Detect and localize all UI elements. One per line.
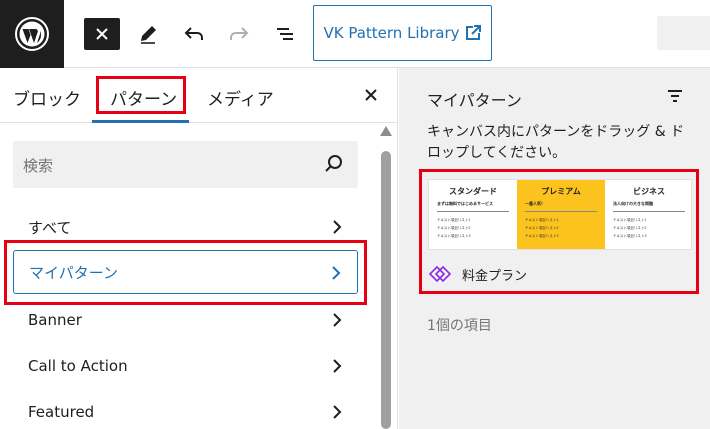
search-placeholder: 検索 xyxy=(23,157,54,175)
pattern-category-panel: マイパターン キャンバス内にパターンをドラッグ & ドロップしてください。 スタ… xyxy=(399,68,710,429)
pattern-search-input[interactable]: 検索 xyxy=(13,141,358,188)
inserter-tabs: ブロック パターン メディア xyxy=(0,68,398,123)
vk-pattern-library-label: VK Pattern Library xyxy=(323,24,460,42)
undo-icon xyxy=(184,27,203,40)
external-link-icon xyxy=(465,25,481,40)
preview-column-title: スタンダード xyxy=(449,187,497,196)
preview-list-item: テキスト項目リスト2 xyxy=(525,226,559,230)
panel-close-button[interactable] xyxy=(360,84,382,106)
category-featured[interactable]: Featured xyxy=(13,390,358,429)
preview-list-item: テキスト項目リスト3 xyxy=(525,234,559,238)
panel-title: マイパターン xyxy=(427,91,522,110)
preview-column-title: ビジネス xyxy=(633,187,665,196)
scroll-up-arrow-icon[interactable] xyxy=(380,126,392,136)
preview-divider xyxy=(437,211,509,212)
preview-list-item: テキスト項目リスト1 xyxy=(437,218,471,222)
preview-column-subtitle: 法人向けの大きな問題 xyxy=(613,201,653,206)
close-icon xyxy=(96,28,108,40)
preview-list-item: テキスト項目リスト3 xyxy=(613,234,647,238)
category-label: Banner xyxy=(28,311,82,329)
wordpress-icon xyxy=(15,17,49,51)
redo-button[interactable] xyxy=(221,18,257,50)
preview-column-standard: スタンダード まずは無料ではじめるサービス テキスト項目リスト1 テキスト項目リ… xyxy=(429,180,517,249)
preview-column-business: ビジネス 法人向けの大きな問題 テキスト項目リスト1 テキスト項目リスト2 テキ… xyxy=(605,180,691,249)
category-banner[interactable]: Banner xyxy=(13,298,358,342)
tab-media[interactable]: メディア xyxy=(207,85,274,110)
inserter-panel: ブロック パターン メディア 検索 すべて マイパターン Banner Call… xyxy=(0,68,398,429)
pattern-count: 1個の項目 xyxy=(427,318,492,334)
category-call-to-action[interactable]: Call to Action xyxy=(13,344,358,388)
scrollbar-thumb[interactable] xyxy=(381,151,391,429)
preview-list-item: テキスト項目リスト2 xyxy=(613,226,647,230)
chevron-right-icon xyxy=(333,405,342,419)
preview-divider xyxy=(525,211,597,212)
category-label: マイパターン xyxy=(29,263,118,282)
redo-icon xyxy=(230,27,249,40)
pencil-icon xyxy=(141,26,156,44)
wordpress-logo[interactable] xyxy=(0,0,64,68)
chevron-right-icon xyxy=(332,266,341,280)
toolbar-right-button[interactable] xyxy=(657,16,710,50)
preview-list-item: テキスト項目リスト1 xyxy=(613,218,647,222)
category-label: すべて xyxy=(28,218,72,237)
vk-pattern-library-button[interactable]: VK Pattern Library xyxy=(313,5,492,61)
category-scrollbar[interactable] xyxy=(380,126,392,429)
tab-blocks[interactable]: ブロック xyxy=(13,85,81,110)
document-overview-button[interactable] xyxy=(267,18,303,50)
pattern-card-title-row[interactable]: 料金プラン xyxy=(428,264,527,284)
preview-column-subtitle: まずは無料ではじめるサービス xyxy=(437,201,493,206)
top-toolbar: VK Pattern Library xyxy=(0,0,710,68)
preview-column-title: プレミアム xyxy=(541,187,581,196)
list-view-icon xyxy=(277,28,293,40)
preview-column-premium: プレミアム 一番人気！ テキスト項目リスト1 テキスト項目リスト2 テキスト項目… xyxy=(517,180,605,249)
pattern-preview[interactable]: スタンダード まずは無料ではじめるサービス テキスト項目リスト1 テキスト項目リ… xyxy=(428,179,692,250)
preview-list-item: テキスト項目リスト2 xyxy=(437,226,471,230)
pattern-name: 料金プラン xyxy=(462,268,528,284)
active-tab-indicator xyxy=(92,120,189,123)
category-my-patterns[interactable]: マイパターン xyxy=(13,250,358,294)
synced-pattern-icon xyxy=(428,265,452,283)
drag-drop-hint: キャンバス内にパターンをドラッグ & ドロップしてください。 xyxy=(427,124,685,161)
preview-list-item: テキスト項目リスト3 xyxy=(437,234,471,238)
undo-button[interactable] xyxy=(176,18,212,50)
preview-list-item: テキスト項目リスト1 xyxy=(525,218,559,222)
search-icon xyxy=(325,155,342,172)
close-icon xyxy=(365,89,377,101)
category-label: Featured xyxy=(28,403,95,421)
category-label: Call to Action xyxy=(28,357,128,375)
highlight-box-patterns-tab xyxy=(96,76,186,114)
chevron-right-icon xyxy=(333,220,342,234)
chevron-right-icon xyxy=(333,313,342,327)
chevron-right-icon xyxy=(333,359,342,373)
preview-divider xyxy=(613,211,685,212)
filter-icon[interactable] xyxy=(665,86,685,106)
close-inserter-button[interactable] xyxy=(84,18,120,50)
preview-column-subtitle: 一番人気！ xyxy=(525,201,545,206)
edit-tool-button[interactable] xyxy=(130,18,166,50)
